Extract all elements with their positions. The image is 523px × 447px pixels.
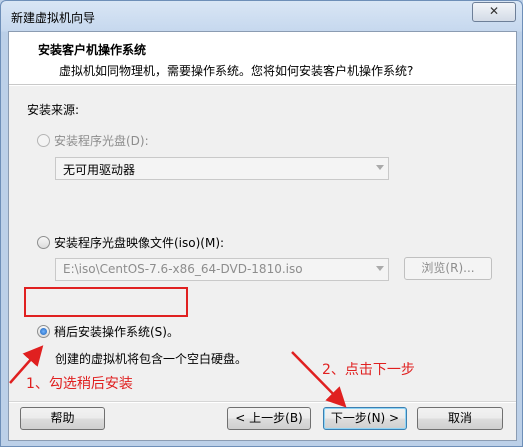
close-icon: ✕	[488, 4, 500, 18]
disc-drive-dropdown[interactable]: 无可用驱动器	[55, 157, 389, 180]
iso-path-dropdown[interactable]: E:\iso\CentOS-7.6-x86_64-DVD-1810.iso	[55, 258, 389, 281]
iso-radio[interactable]	[37, 236, 50, 249]
chevron-down-icon	[376, 165, 384, 170]
chevron-down-icon	[376, 266, 384, 271]
browse-button[interactable]: 浏览(R)...	[404, 257, 492, 280]
disc-drive-value: 无可用驱动器	[63, 163, 136, 177]
window-title: 新建虚拟机向导	[11, 11, 96, 25]
install-later-radio[interactable]	[37, 325, 50, 338]
disc-radio[interactable]	[37, 134, 50, 147]
annotation-step2: 2、点击下一步	[322, 362, 415, 378]
help-button[interactable]: 帮助	[20, 407, 105, 430]
page-subtitle: 虚拟机如同物理机，需要操作系统。您将如何安装客户机操作系统?	[59, 64, 414, 78]
iso-path-value: E:\iso\CentOS-7.6-x86_64-DVD-1810.iso	[63, 262, 303, 276]
install-later-label: 稍后安装操作系统(S)。	[54, 325, 179, 339]
footer-divider	[9, 401, 516, 403]
header-divider	[9, 85, 516, 86]
page-title: 安装客户机操作系统	[38, 43, 147, 57]
back-button[interactable]: < 上一步(B)	[227, 407, 311, 430]
install-source-label: 安装来源:	[27, 103, 80, 117]
annotation-step1: 1、勾选稍后安装	[26, 376, 133, 392]
install-later-description: 创建的虚拟机将包含一个空白硬盘。	[55, 352, 248, 366]
close-button[interactable]: ✕	[472, 2, 516, 22]
iso-radio-label: 安装程序光盘映像文件(iso)(M):	[54, 236, 225, 250]
disc-radio-label: 安装程序光盘(D):	[54, 134, 149, 148]
next-button[interactable]: 下一步(N) >	[323, 407, 407, 430]
annotation-highlight-box	[24, 287, 188, 317]
wizard-header: 安装客户机操作系统 虚拟机如同物理机，需要操作系统。您将如何安装客户机操作系统?	[9, 32, 516, 85]
title-bar: 新建虚拟机向导 ✕	[1, 1, 522, 31]
cancel-button[interactable]: 取消	[417, 407, 503, 430]
